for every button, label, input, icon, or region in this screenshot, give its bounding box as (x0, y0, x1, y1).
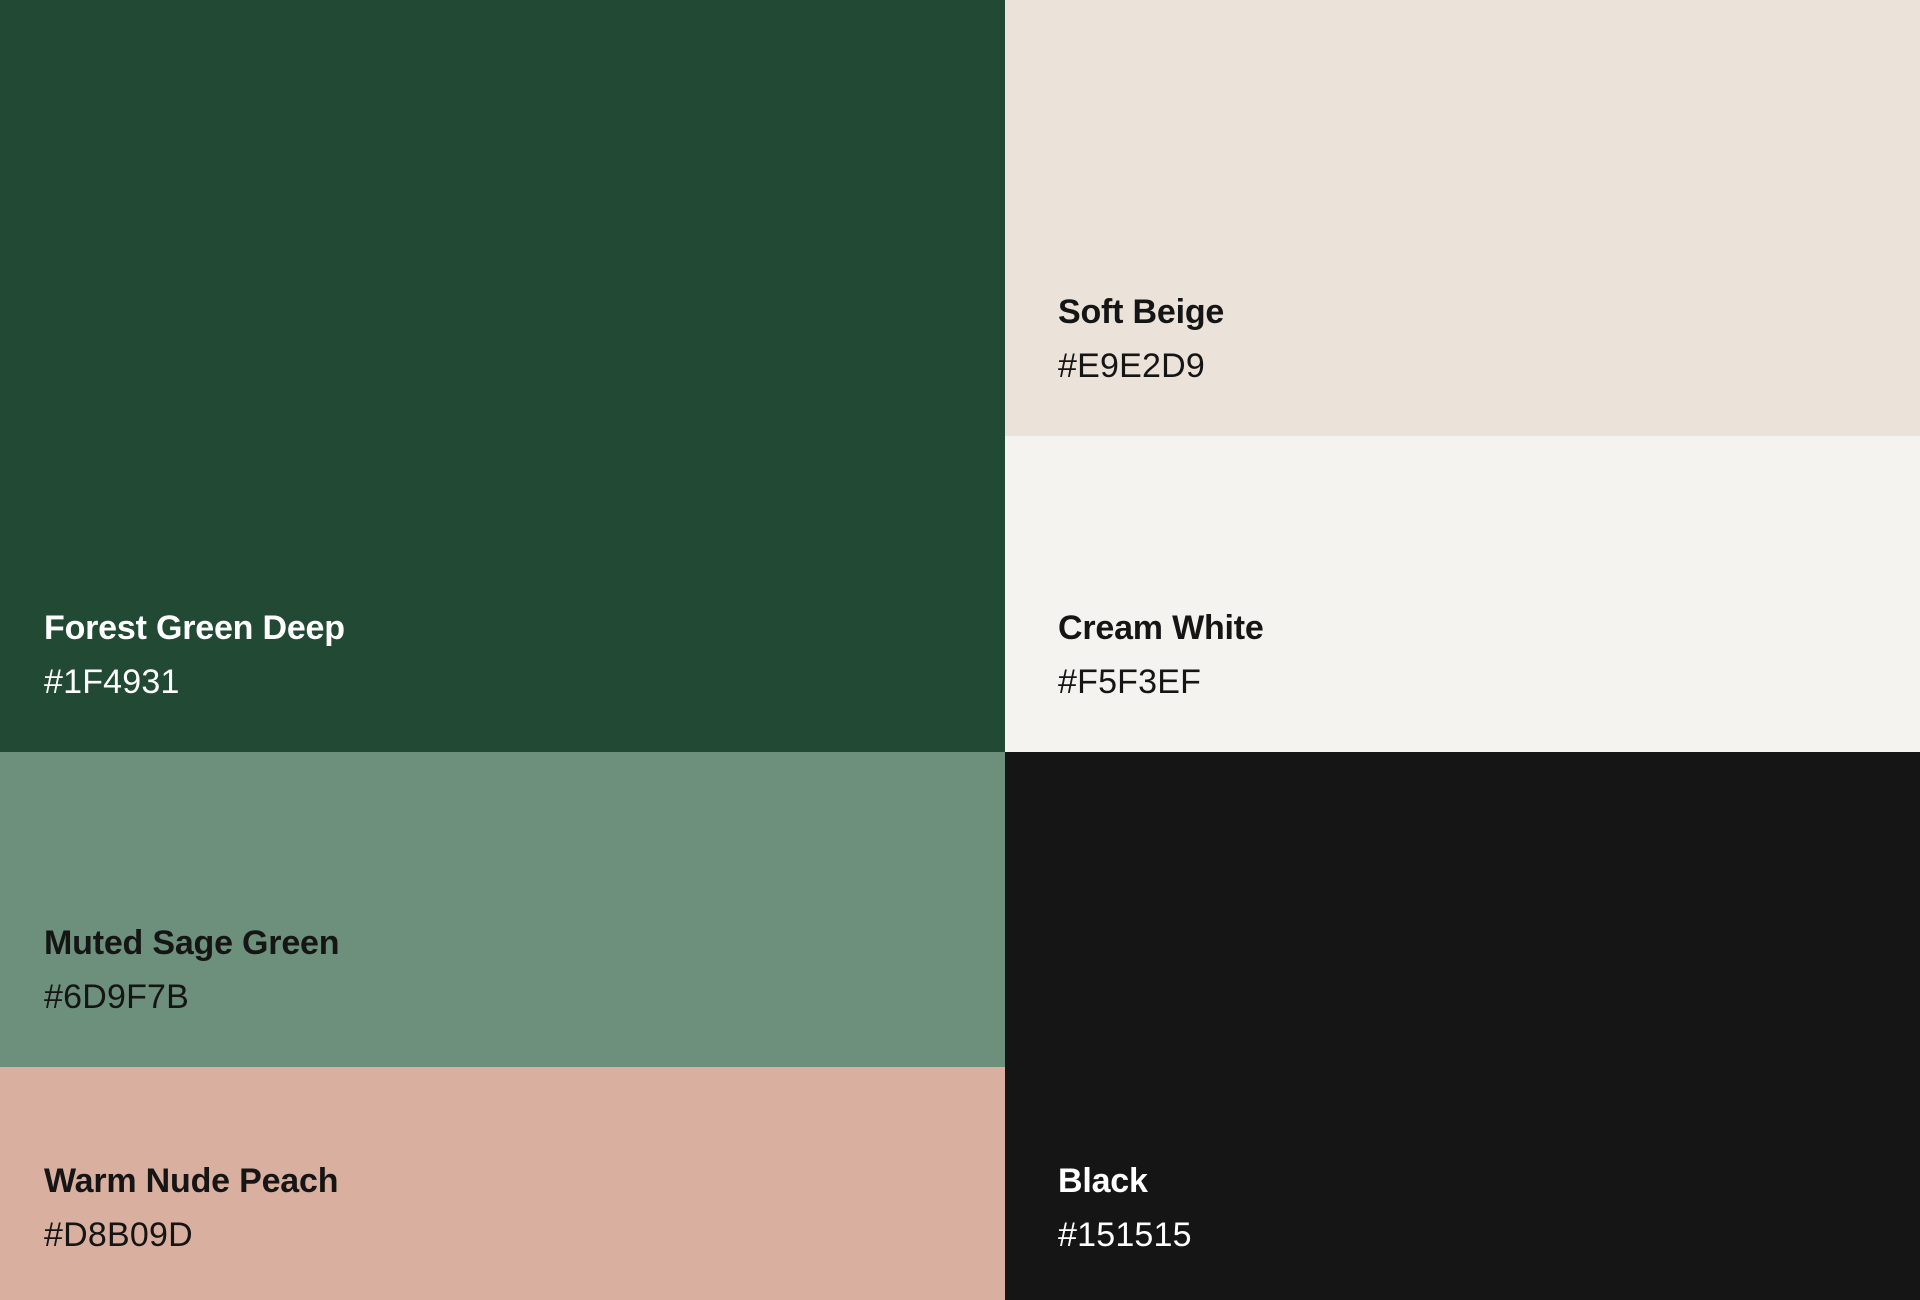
swatch-hex-code: #D8B09D (44, 1216, 193, 1254)
swatch-hex-code: #F5F3EF (1058, 663, 1202, 701)
swatch-hex-code: #6D9F7B (44, 978, 190, 1016)
swatch-label: Warm Nude Peach #D8B09D (44, 1161, 338, 1255)
swatch-label: Muted Sage Green #6D9F7B (44, 923, 340, 1017)
swatch-label: Forest Green Deep #1F4931 (44, 608, 345, 702)
swatch-hex-code: #E9E2D9 (1058, 347, 1205, 385)
swatch-muted-sage-green: Muted Sage Green #6D9F7B (0, 752, 1005, 1067)
swatch-hex-code: #151515 (1058, 1216, 1192, 1254)
swatch-soft-beige: Soft Beige #E9E2D9 (1005, 0, 1920, 436)
swatch-name: Muted Sage Green (44, 924, 340, 962)
swatch-label: Black #151515 (1058, 1161, 1192, 1255)
swatch-name: Black (1058, 1162, 1148, 1200)
swatch-name: Forest Green Deep (44, 609, 345, 647)
swatch-forest-green-deep: Forest Green Deep #1F4931 (0, 0, 1005, 752)
swatch-name: Warm Nude Peach (44, 1162, 339, 1200)
swatch-hex-code: #1F4931 (44, 663, 180, 701)
color-palette: Forest Green Deep #1F4931 Soft Beige #E9… (0, 0, 1920, 1300)
swatch-label: Soft Beige #E9E2D9 (1058, 292, 1224, 386)
swatch-black: Black #151515 (1005, 752, 1920, 1300)
swatch-name: Cream White (1058, 609, 1264, 647)
swatch-name: Soft Beige (1058, 293, 1225, 331)
swatch-label: Cream White #F5F3EF (1058, 608, 1264, 702)
swatch-cream-white: Cream White #F5F3EF (1005, 436, 1920, 752)
swatch-warm-nude-peach: Warm Nude Peach #D8B09D (0, 1067, 1005, 1300)
